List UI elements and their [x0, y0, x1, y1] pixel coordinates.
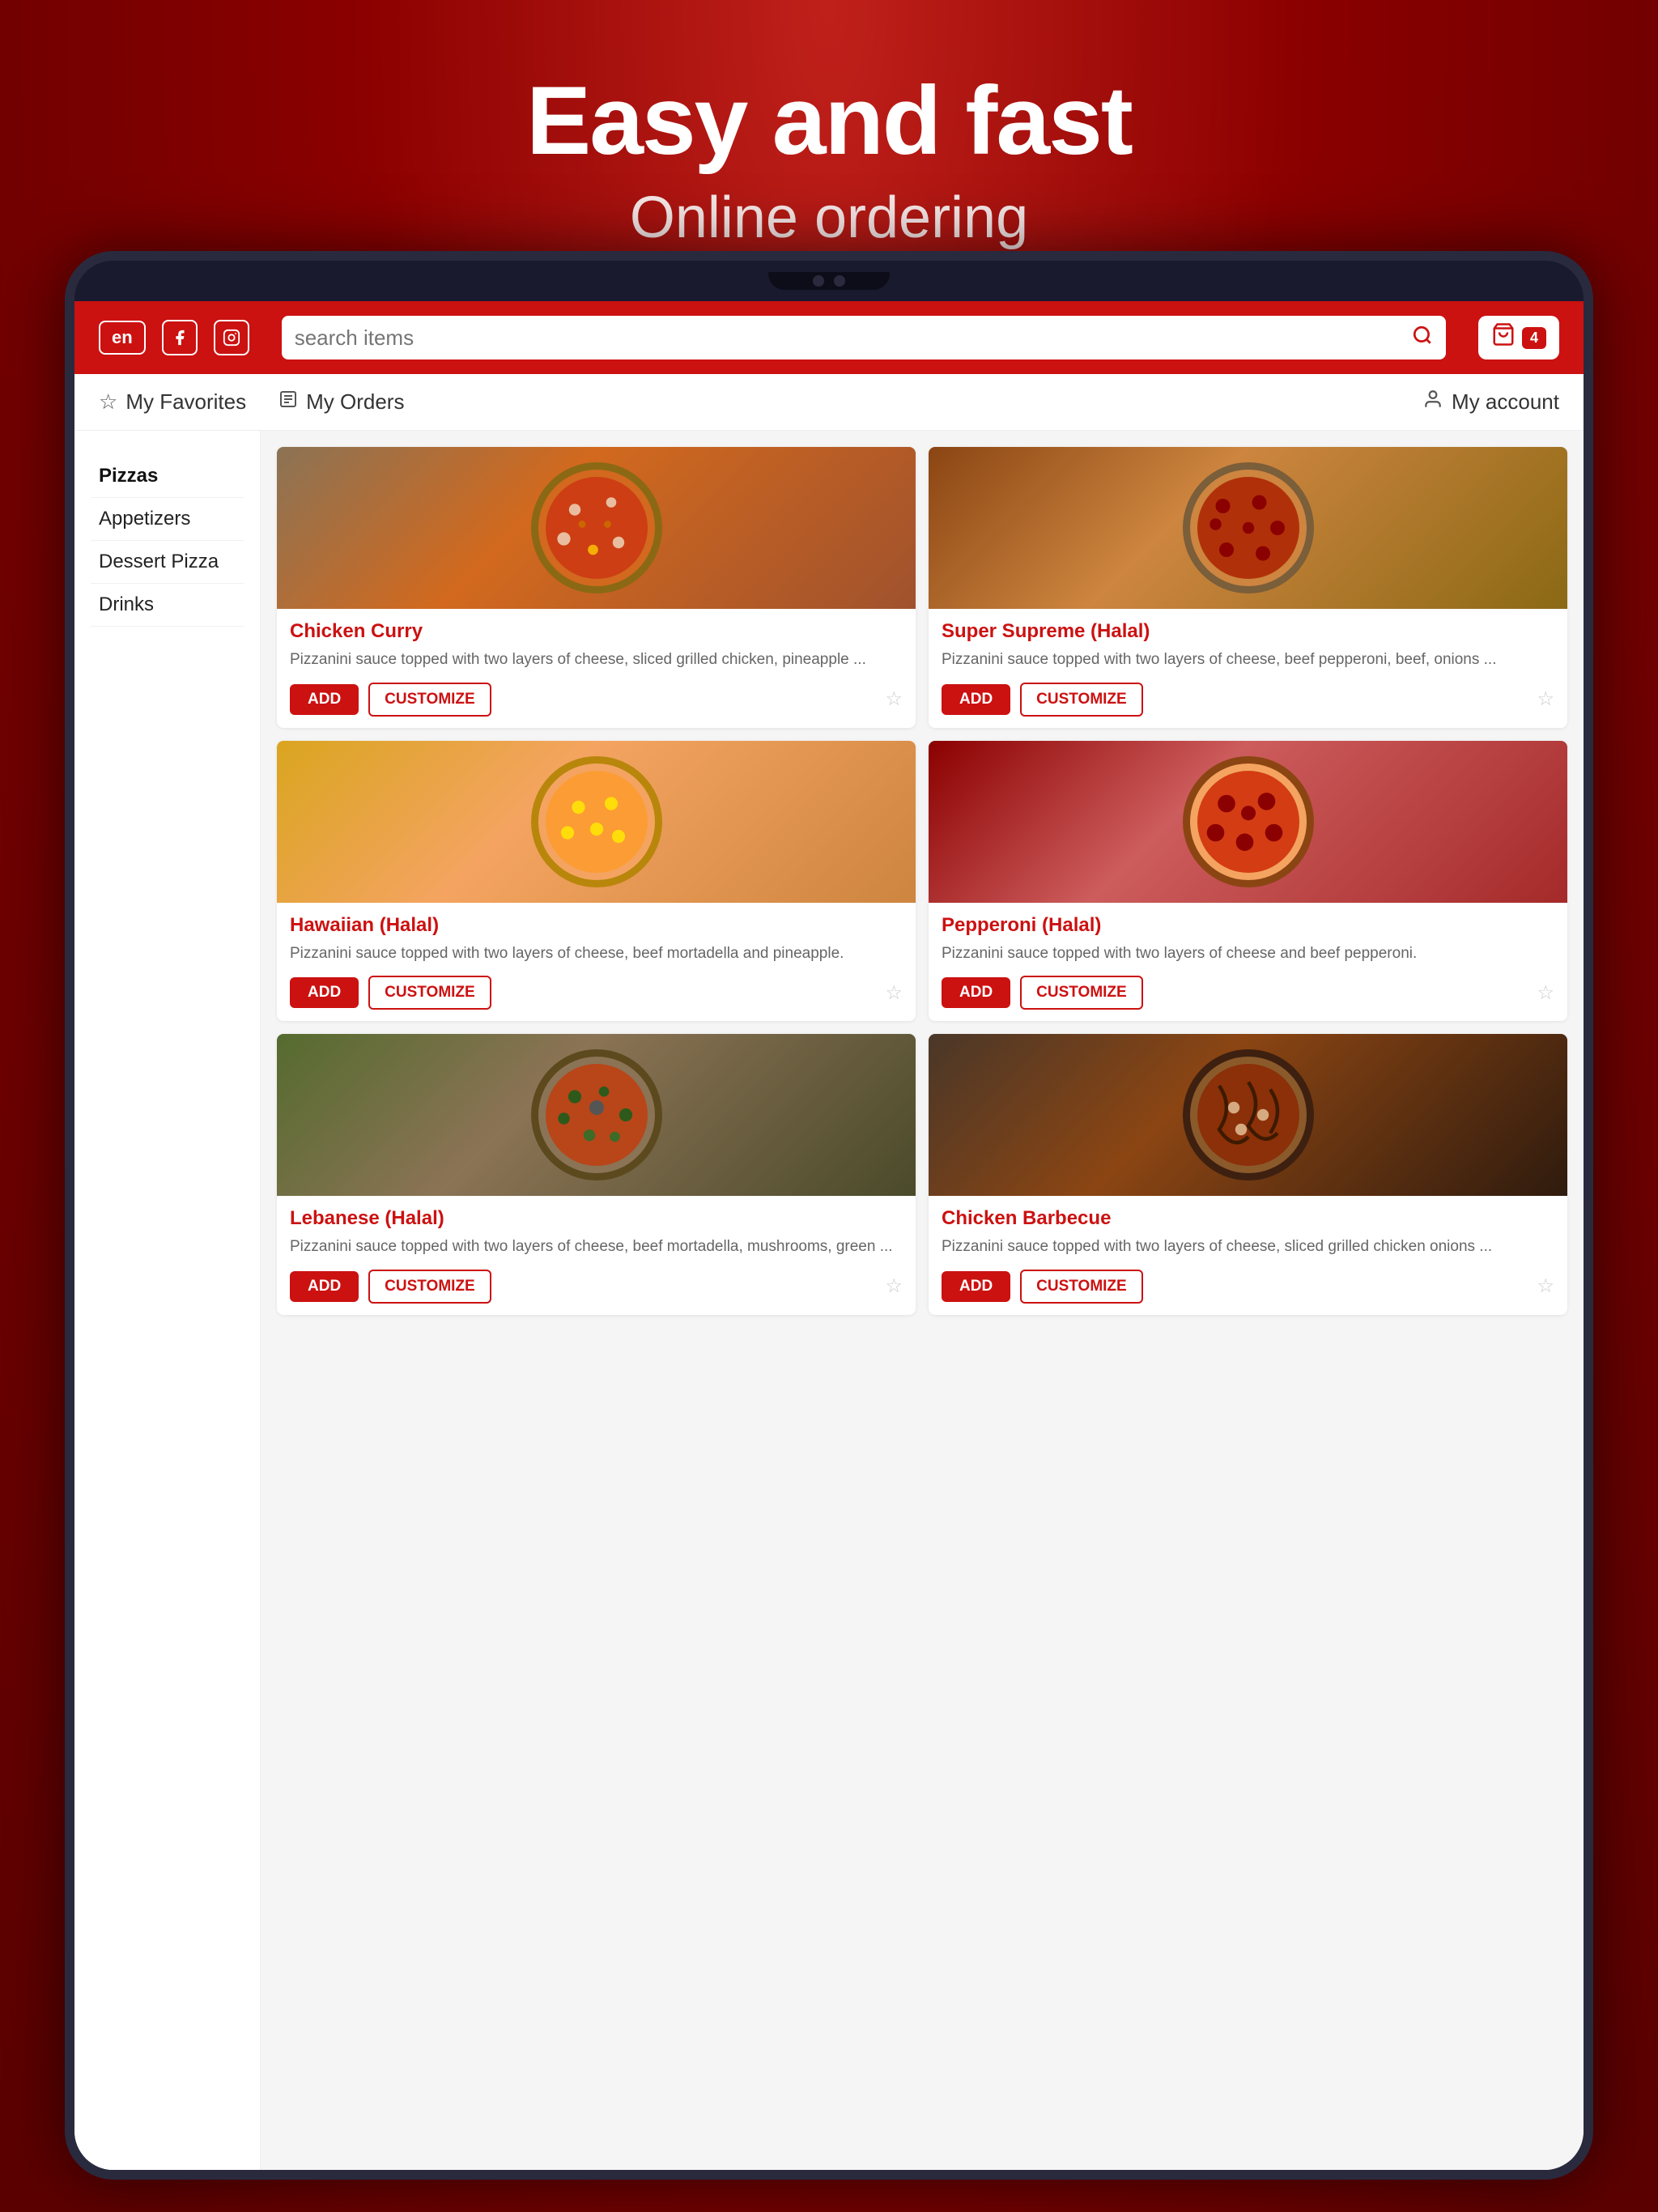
product-desc-hawaiian: Pizzanini sauce topped with two layers o…: [290, 943, 903, 965]
product-desc-chicken-curry: Pizzanini sauce topped with two layers o…: [290, 649, 903, 671]
product-card-pepperoni: Pepperoni (Halal) Pizzanini sauce topped…: [929, 741, 1567, 1022]
favorite-icon-lebanese[interactable]: ☆: [885, 1274, 903, 1298]
star-icon: ☆: [99, 389, 117, 415]
customize-button-chicken-curry[interactable]: CUSTOMIZE: [368, 683, 491, 717]
orders-icon: [278, 389, 298, 415]
customize-button-lebanese[interactable]: CUSTOMIZE: [368, 1270, 491, 1304]
product-actions-lebanese: ADD CUSTOMIZE ☆: [290, 1270, 903, 1304]
sidebar: Pizzas Appetizers Dessert Pizza Drinks: [74, 431, 261, 2170]
cart-button[interactable]: 4: [1478, 316, 1559, 359]
sidebar-item-appetizers[interactable]: Appetizers: [91, 498, 244, 541]
customize-button-pepperoni[interactable]: CUSTOMIZE: [1020, 976, 1143, 1010]
product-info-lebanese: Lebanese (Halal) Pizzanini sauce topped …: [277, 1196, 916, 1315]
add-button-hawaiian[interactable]: ADD: [290, 977, 359, 1008]
product-card-hawaiian: Hawaiian (Halal) Pizzanini sauce topped …: [277, 741, 916, 1022]
add-button-pepperoni[interactable]: ADD: [942, 977, 1010, 1008]
cart-badge: 4: [1522, 327, 1546, 349]
camera-dot-1: [813, 275, 824, 287]
cart-icon: [1491, 322, 1516, 353]
product-desc-pepperoni: Pizzanini sauce topped with two layers o…: [942, 943, 1554, 965]
sidebar-item-drinks[interactable]: Drinks: [91, 584, 244, 627]
product-info-super-supreme: Super Supreme (Halal) Pizzanini sauce to…: [929, 609, 1567, 728]
favorite-icon-super-supreme[interactable]: ☆: [1537, 687, 1554, 711]
account-icon: [1422, 389, 1443, 415]
search-input[interactable]: [295, 325, 1412, 351]
product-name-pepperoni: Pepperoni (Halal): [942, 914, 1554, 937]
product-name-super-supreme: Super Supreme (Halal): [942, 620, 1554, 643]
add-button-chicken-bbq[interactable]: ADD: [942, 1271, 1010, 1302]
product-desc-chicken-bbq: Pizzanini sauce topped with two layers o…: [942, 1236, 1554, 1258]
add-button-lebanese[interactable]: ADD: [290, 1271, 359, 1302]
product-image-hawaiian: [277, 741, 916, 903]
product-card-super-supreme: Super Supreme (Halal) Pizzanini sauce to…: [929, 447, 1567, 728]
camera-dot-2: [834, 275, 845, 287]
product-actions-hawaiian: ADD CUSTOMIZE ☆: [290, 976, 903, 1010]
facebook-icon[interactable]: [162, 320, 198, 355]
product-card-lebanese: Lebanese (Halal) Pizzanini sauce topped …: [277, 1034, 916, 1315]
main-content: Pizzas Appetizers Dessert Pizza Drinks: [74, 431, 1584, 2170]
product-card-chicken-curry: Chicken Curry Pizzanini sauce topped wit…: [277, 447, 916, 728]
app-screen: en 4 ☆: [74, 301, 1584, 2170]
product-info-chicken-curry: Chicken Curry Pizzanini sauce topped wit…: [277, 609, 916, 728]
nav-left: ☆ My Favorites My Orders: [99, 389, 404, 415]
language-button[interactable]: en: [99, 321, 146, 355]
product-image-lebanese: [277, 1034, 916, 1196]
tablet-frame: en 4 ☆: [65, 251, 1593, 2180]
product-name-chicken-bbq: Chicken Barbecue: [942, 1207, 1554, 1230]
product-card-chicken-bbq: Chicken Barbecue Pizzanini sauce topped …: [929, 1034, 1567, 1315]
add-button-super-supreme[interactable]: ADD: [942, 684, 1010, 715]
customize-button-super-supreme[interactable]: CUSTOMIZE: [1020, 683, 1143, 717]
nav-bar: ☆ My Favorites My Orders My account: [74, 374, 1584, 431]
product-image-super-supreme: [929, 447, 1567, 609]
product-desc-super-supreme: Pizzanini sauce topped with two layers o…: [942, 649, 1554, 671]
customize-button-hawaiian[interactable]: CUSTOMIZE: [368, 976, 491, 1010]
product-image-pepperoni: [929, 741, 1567, 903]
favorite-icon-chicken-bbq[interactable]: ☆: [1537, 1274, 1554, 1298]
product-name-lebanese: Lebanese (Halal): [290, 1207, 903, 1230]
nav-orders-label: My Orders: [306, 389, 404, 415]
app-header: en 4: [74, 301, 1584, 374]
customize-button-chicken-bbq[interactable]: CUSTOMIZE: [1020, 1270, 1143, 1304]
camera-notch: [768, 272, 890, 290]
products-area: Chicken Curry Pizzanini sauce topped wit…: [261, 431, 1584, 2170]
search-icon[interactable]: [1412, 325, 1433, 351]
product-image-chicken-curry: [277, 447, 916, 609]
product-info-hawaiian: Hawaiian (Halal) Pizzanini sauce topped …: [277, 903, 916, 1022]
favorite-icon-pepperoni[interactable]: ☆: [1537, 981, 1554, 1005]
sidebar-item-dessert[interactable]: Dessert Pizza: [91, 541, 244, 584]
nav-favorites-label: My Favorites: [125, 389, 246, 415]
nav-orders[interactable]: My Orders: [278, 389, 404, 415]
search-bar: [282, 316, 1446, 359]
nav-account[interactable]: My account: [1422, 389, 1559, 415]
product-actions-pepperoni: ADD CUSTOMIZE ☆: [942, 976, 1554, 1010]
product-actions-chicken-curry: ADD CUSTOMIZE ☆: [290, 683, 903, 717]
favorite-icon-chicken-curry[interactable]: ☆: [885, 687, 903, 711]
instagram-icon[interactable]: [214, 320, 249, 355]
product-name-chicken-curry: Chicken Curry: [290, 620, 903, 643]
product-info-pepperoni: Pepperoni (Halal) Pizzanini sauce topped…: [929, 903, 1567, 1022]
product-actions-chicken-bbq: ADD CUSTOMIZE ☆: [942, 1270, 1554, 1304]
add-button-chicken-curry[interactable]: ADD: [290, 684, 359, 715]
product-image-chicken-bbq: [929, 1034, 1567, 1196]
tablet-top-bar: [74, 261, 1584, 301]
nav-favorites[interactable]: ☆ My Favorites: [99, 389, 246, 415]
hero-subtitle: Online ordering: [0, 185, 1658, 251]
favorite-icon-hawaiian[interactable]: ☆: [885, 981, 903, 1005]
sidebar-item-pizzas[interactable]: Pizzas: [91, 455, 244, 498]
product-actions-super-supreme: ADD CUSTOMIZE ☆: [942, 683, 1554, 717]
hero-section: Easy and fast Online ordering: [0, 0, 1658, 291]
hero-title: Easy and fast: [0, 65, 1658, 177]
products-grid: Chicken Curry Pizzanini sauce topped wit…: [277, 447, 1567, 1315]
product-name-hawaiian: Hawaiian (Halal): [290, 914, 903, 937]
product-desc-lebanese: Pizzanini sauce topped with two layers o…: [290, 1236, 903, 1258]
nav-account-label: My account: [1452, 389, 1559, 415]
product-info-chicken-bbq: Chicken Barbecue Pizzanini sauce topped …: [929, 1196, 1567, 1315]
